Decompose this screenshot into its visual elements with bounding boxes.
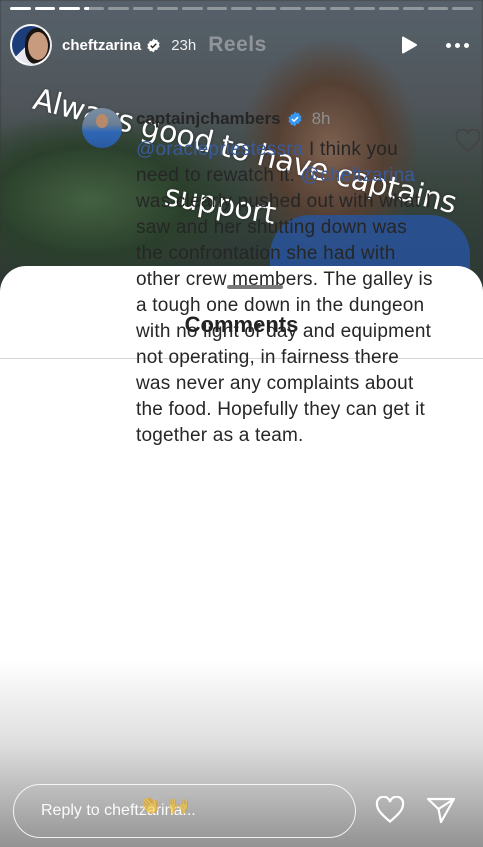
progress-segment [10,7,31,10]
progress-segment [182,7,203,10]
progress-segment [231,7,252,10]
progress-segment [206,7,228,10]
progress-segment [34,7,56,10]
progress-segment [354,7,375,10]
play-icon[interactable] [400,36,418,54]
progress-segment [329,7,351,10]
progress-segment [304,7,326,10]
progress-segment [427,7,449,10]
more-options-icon[interactable] [446,42,469,48]
progress-segment [378,7,400,10]
progress-segment [59,7,80,10]
progress-segment [108,7,129,10]
progress-segment [157,7,179,10]
comment-username[interactable]: captainjchambers [136,109,281,129]
story-header: cheftzarina 23h Reels [10,24,469,66]
background-reels-label: Reels [208,33,267,56]
comment-mention[interactable]: @oraclepriestessra [136,139,304,160]
avatar[interactable] [10,24,52,66]
comment-header: captainjchambers 8h [136,109,330,129]
comment-text: @oraclepriestessra I think you need to r… [136,139,433,446]
story-username[interactable]: cheftzarina [62,37,141,54]
comment-like-heart-icon[interactable] [455,128,481,153]
progress-segment [403,7,424,10]
like-story-heart-icon[interactable] [375,795,405,824]
verified-badge-icon [287,111,303,127]
story-progress-bar [10,7,473,10]
story-time: 23h [171,36,197,54]
progress-segment [255,7,277,10]
progress-segment [83,7,105,10]
progress-segment [132,7,154,10]
verified-badge-icon [146,38,161,53]
send-icon[interactable] [426,796,456,824]
progress-segment [452,7,473,10]
comment-mention[interactable]: @cheftzarina [301,165,416,186]
comment-avatar[interactable] [82,108,122,148]
emoji-reactions-peek: 👏🙌 [139,795,196,815]
comment-like-count: 5 [461,169,472,189]
story-viewer: cheftzarina 23h Reels Always good to hav… [0,0,483,847]
progress-segment [280,7,301,10]
comment-time: 8h [311,109,331,128]
